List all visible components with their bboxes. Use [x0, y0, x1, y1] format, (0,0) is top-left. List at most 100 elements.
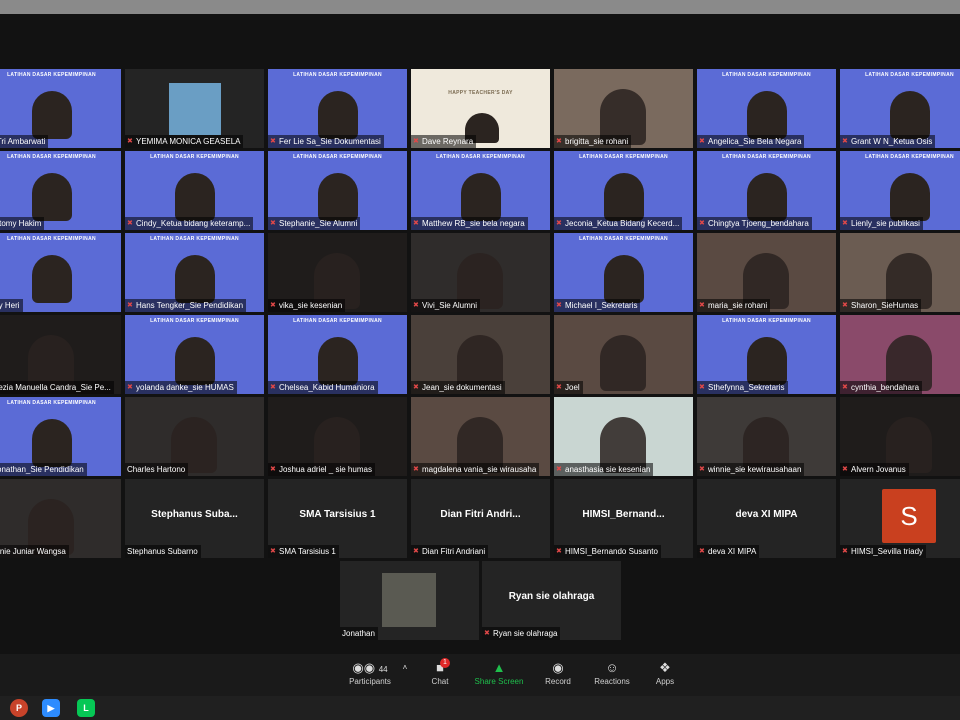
muted-mic-icon: ✖	[270, 384, 276, 391]
muted-mic-icon: ✖	[556, 466, 562, 473]
participant-tile[interactable]: ✖ magdalena vania_sie wirausaha	[411, 397, 550, 476]
participant-tile[interactable]: LATIHAN DASAR KEPEMIMPINAN ✖ Grant W N_Ket…	[840, 69, 960, 148]
virtual-background-banner: LATIHAN DASAR KEPEMIMPINAN	[722, 154, 811, 160]
participant-tile[interactable]: ✖ cynthia_bendahara	[840, 315, 960, 394]
muted-mic-icon: ✖	[699, 384, 705, 391]
participant-tile[interactable]: LATIHAN DASAR KEPEMIMPINAN thustomy Hakim	[0, 151, 121, 230]
participant-tile[interactable]: LATIHAN DASAR KEPEMIMPINAN ✖ Fer Lie Sa_Si…	[268, 69, 407, 148]
participant-name-label: ✖Jonathan_Sie Pendidikan	[0, 463, 87, 476]
powerpoint-icon[interactable]: P	[10, 699, 28, 717]
muted-mic-icon: ✖	[127, 220, 133, 227]
muted-mic-icon: ✖	[556, 302, 562, 309]
participant-name-label: ✖ Matthew RB_sie bela negara	[411, 217, 528, 230]
participant-name-text: Stephanus Subarno	[127, 547, 198, 556]
participant-name-label: Weynie Juniar Wangsa	[0, 545, 69, 558]
participant-name-text: Grant W N_Ketua Osis	[851, 137, 933, 146]
participant-name-label: Stephanus Subarno	[125, 545, 201, 558]
participant-tile[interactable]: S ✖ HIMSI_Sevilla triady	[840, 479, 960, 558]
window-title-bar	[0, 0, 960, 14]
participant-name-label: ✖ Sthefynna_Sekretaris	[697, 381, 788, 394]
participant-tile[interactable]: ✖ vika_sie kesenian	[268, 233, 407, 312]
participant-tile[interactable]: LATIHAN DASAR KEPEMIMPINAN ✖ Jeconia_Ketua…	[554, 151, 693, 230]
participant-name-text: vika_sie kesenian	[279, 301, 343, 310]
virtual-background-banner: LATIHAN DASAR KEPEMIMPINAN	[150, 154, 239, 160]
participant-tile[interactable]: Jonathan	[340, 561, 479, 640]
participant-tile[interactable]: ✖ anasthasia sie kesenian	[554, 397, 693, 476]
record-button[interactable]: ◉ Record	[540, 660, 576, 686]
participant-tile[interactable]: Dian Fitri Andri... ✖ Dian Fitri Andriani	[411, 479, 550, 558]
reactions-button[interactable]: ☺ Reactions	[590, 660, 634, 686]
participant-name-text: YEMIMA MONICA GEASELA	[136, 137, 241, 146]
chat-button[interactable]: ■ 1 Chat	[424, 658, 456, 686]
participants-menu-chevron[interactable]: ˄	[399, 660, 411, 676]
participant-tile[interactable]: ✖ Sharon_SieHumas	[840, 233, 960, 312]
participant-tile[interactable]: ✖ Alvern Jovanus	[840, 397, 960, 476]
participant-name-text: Weynie Juniar Wangsa	[0, 547, 66, 556]
participant-tile[interactable]: LATIHAN DASAR KEPEMIMPINAN dia Tri Ambarw…	[0, 69, 121, 148]
participant-tile[interactable]: Charles Hartono	[125, 397, 264, 476]
participant-tile[interactable]: LATIHAN DASAR KEPEMIMPINAN ✖ Stephanie_Sie…	[268, 151, 407, 230]
muted-mic-icon: ✖	[699, 466, 705, 473]
apps-button[interactable]: ❖ Apps	[650, 660, 680, 686]
participant-name-text: Joel	[565, 383, 580, 392]
share-screen-button[interactable]: ▲ Share Screen	[472, 660, 526, 686]
virtual-background-banner: LATIHAN DASAR KEPEMIMPINAN	[7, 154, 96, 160]
participant-tile[interactable]: LATIHAN DASAR KEPEMIMPINAN ✖ Angelica_Sie …	[697, 69, 836, 148]
participant-tile[interactable]: ✖ Vivi_Sie Alumni	[411, 233, 550, 312]
zoom-icon[interactable]: ▶	[42, 699, 60, 717]
participant-tile[interactable]: ✖ maria_sie rohani	[697, 233, 836, 312]
participant-tile[interactable]: SMA Tarsisius 1 ✖ SMA Tarsisius 1	[268, 479, 407, 558]
participant-tile[interactable]: LATIHAN DASAR KEPEMIMPINAN ✖ Cindy_Ketua b…	[125, 151, 264, 230]
participant-tile[interactable]: LATIHAN DASAR KEPEMIMPINAN ✖ Matthew RB_si…	[411, 151, 550, 230]
participant-tile[interactable]: ✖Kezia Manuella Candra_Sie Pe...	[0, 315, 121, 394]
participant-tile[interactable]: LATIHAN DASAR KEPEMIMPINAN ✖ Lienly_sie pu…	[840, 151, 960, 230]
virtual-background-banner: LATIHAN DASAR KEPEMIMPINAN	[150, 236, 239, 242]
participant-tile[interactable]: ✖ YEMIMA MONICA GEASELA	[125, 69, 264, 148]
participant-tile[interactable]: LATIHAN DASAR KEPEMIMPINAN ✖ Chelsea_Kabid…	[268, 315, 407, 394]
participant-tile[interactable]: ✖ Joshua adriel _ sie humas	[268, 397, 407, 476]
participant-tile[interactable]: LATIHAN DASAR KEPEMIMPINAN ✖Jonathan_Sie …	[0, 397, 121, 476]
participant-tile[interactable]: HAPPY TEACHER'S DAY ✖ Dave Reynara	[411, 69, 550, 148]
participant-display-name: SMA Tarsisius 1	[299, 509, 376, 520]
chat-badge: 1	[440, 658, 450, 668]
participant-name-label: ✖ anasthasia sie kesenian	[554, 463, 654, 476]
muted-mic-icon: ✖	[556, 548, 562, 555]
participant-silhouette	[175, 173, 215, 221]
participant-tile[interactable]: LATIHAN DASAR KEPEMIMPINAN ✖ Sthefynna_Sek…	[697, 315, 836, 394]
participant-tile[interactable]: LATIHAN DASAR KEPEMIMPINAN ✖ yolanda danke…	[125, 315, 264, 394]
participant-name-text: HIMSI_Sevilla triady	[851, 547, 924, 556]
participant-tile[interactable]: Weynie Juniar Wangsa	[0, 479, 121, 558]
participant-tile[interactable]: Stephanus Suba... Stephanus Subarno	[125, 479, 264, 558]
participant-name-text: Fer Lie Sa_Sie Dokumentasi	[279, 137, 381, 146]
participant-tile[interactable]: LATIHAN DASAR KEPEMIMPINAN Deny Heri	[0, 233, 121, 312]
participant-tile[interactable]: deva XI MIPA ✖ deva XI MIPA	[697, 479, 836, 558]
participant-silhouette	[175, 255, 215, 303]
participant-tile[interactable]: ✖ Jean_sie dokumentasi	[411, 315, 550, 394]
participant-name-label: ✖ Stephanie_Sie Alumni	[268, 217, 361, 230]
participant-name-text: thustomy Hakim	[0, 219, 42, 228]
line-icon[interactable]: L	[77, 699, 95, 717]
participant-tile[interactable]: ✖ Joel	[554, 315, 693, 394]
participant-name-text: Cindy_Ketua bidang keteramp...	[136, 219, 251, 228]
participant-tile[interactable]: HIMSI_Bernand... ✖ HIMSI_Bernando Susanto	[554, 479, 693, 558]
participant-silhouette	[747, 173, 787, 221]
participant-silhouette	[604, 255, 644, 303]
participant-name-label: ✖ brigitta_sie rohani	[554, 135, 632, 148]
participant-tile[interactable]: LATIHAN DASAR KEPEMIMPINAN ✖ Michael I_Sek…	[554, 233, 693, 312]
participant-name-text: deva XI MIPA	[708, 547, 757, 556]
participants-button[interactable]: ◉◉ 44 Participants	[344, 660, 396, 686]
participant-tile[interactable]: Ryan sie olahraga ✖ Ryan sie olahraga	[482, 561, 621, 640]
avatar: S	[882, 489, 936, 543]
participant-tile[interactable]: ✖ brigitta_sie rohani	[554, 69, 693, 148]
muted-mic-icon: ✖	[842, 220, 848, 227]
virtual-background-banner: LATIHAN DASAR KEPEMIMPINAN	[7, 236, 96, 242]
muted-mic-icon: ✖	[699, 302, 705, 309]
participant-tile[interactable]: LATIHAN DASAR KEPEMIMPINAN ✖ Chingtya Tjoe…	[697, 151, 836, 230]
muted-mic-icon: ✖	[556, 138, 562, 145]
participant-name-label: ✖Kezia Manuella Candra_Sie Pe...	[0, 381, 114, 394]
profile-picture	[382, 573, 436, 627]
participant-name-label: ✖ winnie_sie kewirausahaan	[697, 463, 805, 476]
participant-tile[interactable]: LATIHAN DASAR KEPEMIMPINAN ✖ Hans Tengker_…	[125, 233, 264, 312]
participant-name-label: ✖ Jeconia_Ketua Bidang Kecerd...	[554, 217, 683, 230]
participant-tile[interactable]: ✖ winnie_sie kewirausahaan	[697, 397, 836, 476]
